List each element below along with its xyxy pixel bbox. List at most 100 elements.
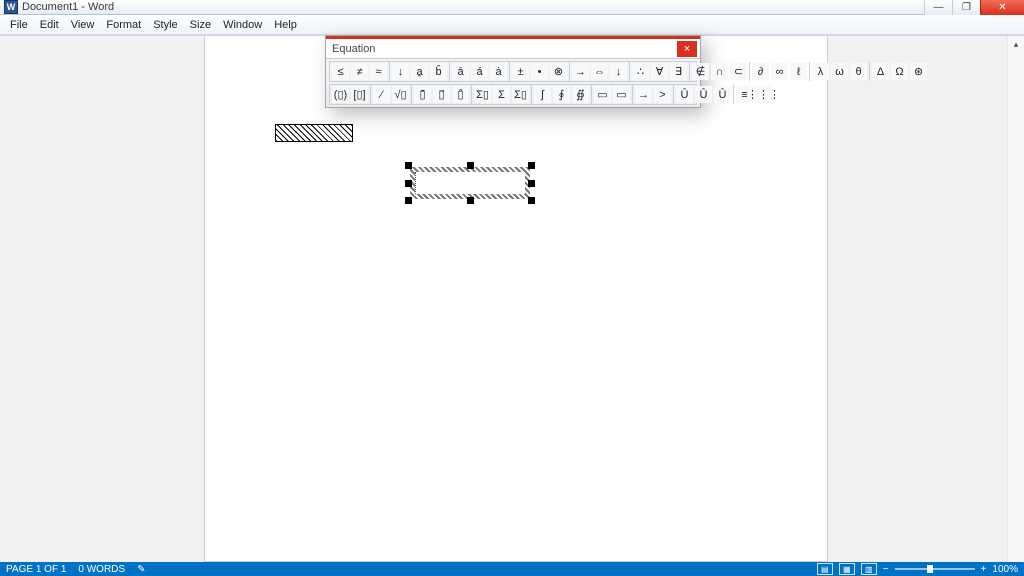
hatched-object[interactable]	[275, 124, 353, 142]
dialog-title: Equation	[332, 43, 677, 55]
symbol-button[interactable]: [▯]	[351, 86, 368, 103]
dialog-titlebar[interactable]: Equation ×	[326, 36, 700, 58]
symbol-button[interactable]: Ω	[891, 63, 908, 80]
zoom-in-button[interactable]: +	[981, 564, 987, 575]
resize-handle-bm[interactable]	[467, 197, 474, 204]
symbol-button[interactable]: ω	[831, 63, 848, 80]
resize-handle-br[interactable]	[528, 197, 535, 204]
symbol-button[interactable]: a̱	[411, 63, 428, 80]
status-page[interactable]: PAGE 1 OF 1	[6, 564, 66, 575]
equation-dialog[interactable]: Equation × ≤≠≈↓a̱b̂āáȧ±•⊗→⇔↓∴∀∃∉∩⊂∂∞ℓλωθ…	[325, 35, 701, 108]
status-words[interactable]: 0 WORDS	[78, 564, 125, 575]
symbol-button[interactable]: √▯	[392, 86, 409, 103]
symbol-button[interactable]: Û	[695, 86, 712, 103]
vertical-scrollbar[interactable]: ▴	[1007, 36, 1024, 562]
menu-size[interactable]: Size	[184, 17, 217, 33]
symbol-group: āáȧ	[450, 62, 510, 81]
spellcheck-icon[interactable]: ✎	[137, 564, 145, 575]
resize-handle-tm[interactable]	[467, 162, 474, 169]
equation-frame[interactable]	[405, 162, 535, 204]
window-title: Document1 - Word	[22, 1, 924, 13]
symbol-button[interactable]: Û	[714, 86, 731, 103]
menu-file[interactable]: File	[4, 17, 34, 33]
symbol-group: Σ▯ΣΣ▯	[472, 85, 532, 104]
equation-body[interactable]	[410, 167, 530, 199]
symbol-button[interactable]: ∩	[711, 63, 728, 80]
zoom-slider-knob[interactable]	[927, 565, 933, 573]
symbol-button[interactable]: ∴	[632, 63, 649, 80]
symbol-button[interactable]: Σ▯	[474, 86, 491, 103]
symbol-button[interactable]: ∯	[572, 86, 589, 103]
dialog-close-button[interactable]: ×	[677, 41, 697, 57]
symbol-button[interactable]: ⊗	[550, 63, 567, 80]
symbol-button[interactable]: Û	[676, 86, 693, 103]
menu-edit[interactable]: Edit	[34, 17, 65, 33]
zoom-slider[interactable]	[895, 568, 975, 570]
zoom-out-button[interactable]: −	[883, 564, 889, 575]
menu-help[interactable]: Help	[268, 17, 303, 33]
view-web-icon[interactable]: ▥	[861, 563, 877, 575]
maximize-button[interactable]: ❐	[952, 0, 980, 15]
symbol-button[interactable]: ∀	[651, 63, 668, 80]
resize-handle-tl[interactable]	[405, 162, 412, 169]
symbol-button[interactable]: ∫	[534, 86, 551, 103]
symbol-button[interactable]: ⁄	[373, 86, 390, 103]
symbol-button[interactable]: ▭	[613, 86, 630, 103]
symbol-group: (▯)[▯]	[330, 85, 371, 104]
symbol-button[interactable]: b̂	[430, 63, 447, 80]
zoom-level[interactable]: 100%	[992, 564, 1018, 575]
symbol-button[interactable]: Σ▯	[512, 86, 529, 103]
symbol-button[interactable]: á	[471, 63, 488, 80]
symbol-button[interactable]: ⋮⋮⋮	[755, 86, 772, 103]
symbol-button[interactable]: (▯)	[332, 86, 349, 103]
symbol-button[interactable]: ↓	[610, 63, 627, 80]
symbol-button[interactable]: ▭	[594, 86, 611, 103]
symbol-button[interactable]: ȧ	[490, 63, 507, 80]
resize-handle-mr[interactable]	[528, 180, 535, 187]
symbol-button[interactable]: ↓	[392, 63, 409, 80]
symbol-button[interactable]: →	[635, 86, 652, 103]
symbol-button[interactable]: ▯̂	[452, 86, 469, 103]
symbol-button[interactable]: ∮	[553, 86, 570, 103]
scroll-up-icon[interactable]: ▴	[1008, 36, 1024, 53]
symbol-button[interactable]: θ	[850, 63, 867, 80]
page[interactable]	[204, 36, 828, 562]
symbol-button[interactable]: λ	[812, 63, 829, 80]
symbol-group: ∴∀∃	[630, 62, 690, 81]
symbol-button[interactable]: ∃	[670, 63, 687, 80]
symbol-button[interactable]: ⊛	[910, 63, 927, 80]
symbol-button[interactable]: ∉	[692, 63, 709, 80]
view-print-icon[interactable]: ▦	[839, 563, 855, 575]
minimize-button[interactable]: —	[924, 0, 952, 15]
symbol-button[interactable]: ℓ	[790, 63, 807, 80]
symbol-button[interactable]: ≈	[370, 63, 387, 80]
symbol-button[interactable]: ∞	[771, 63, 788, 80]
symbol-group: ±•⊗	[510, 62, 570, 81]
symbol-button[interactable]: ⊂	[730, 63, 747, 80]
symbol-button[interactable]: →	[572, 63, 589, 80]
symbol-button[interactable]: Δ	[872, 63, 889, 80]
close-window-button[interactable]: ✕	[980, 0, 1024, 15]
menu-format[interactable]: Format	[100, 17, 147, 33]
view-read-icon[interactable]: ▤	[817, 563, 833, 575]
menu-bar: File Edit View Format Style Size Window …	[0, 15, 1024, 35]
symbol-button[interactable]: •	[531, 63, 548, 80]
title-bar: W Document1 - Word — ❐ ✕	[0, 0, 1024, 15]
resize-handle-ml[interactable]	[405, 180, 412, 187]
symbol-button[interactable]: ā	[452, 63, 469, 80]
equation-toolbar-row-1: ≤≠≈↓a̱b̂āáȧ±•⊗→⇔↓∴∀∃∉∩⊂∂∞ℓλωθΔΩ⊛	[329, 61, 697, 82]
symbol-button[interactable]: ▯⃗	[433, 86, 450, 103]
symbol-button[interactable]: ∂	[752, 63, 769, 80]
symbol-button[interactable]: ▯̄	[414, 86, 431, 103]
symbol-button[interactable]: Σ	[493, 86, 510, 103]
symbol-button[interactable]: ≠	[351, 63, 368, 80]
symbol-button[interactable]: ±	[512, 63, 529, 80]
symbol-button[interactable]: ≤	[332, 63, 349, 80]
menu-window[interactable]: Window	[217, 17, 268, 33]
resize-handle-tr[interactable]	[528, 162, 535, 169]
menu-style[interactable]: Style	[147, 17, 183, 33]
menu-view[interactable]: View	[65, 17, 101, 33]
symbol-button[interactable]: >	[654, 86, 671, 103]
symbol-button[interactable]: ⇔	[591, 63, 608, 80]
resize-handle-bl[interactable]	[405, 197, 412, 204]
